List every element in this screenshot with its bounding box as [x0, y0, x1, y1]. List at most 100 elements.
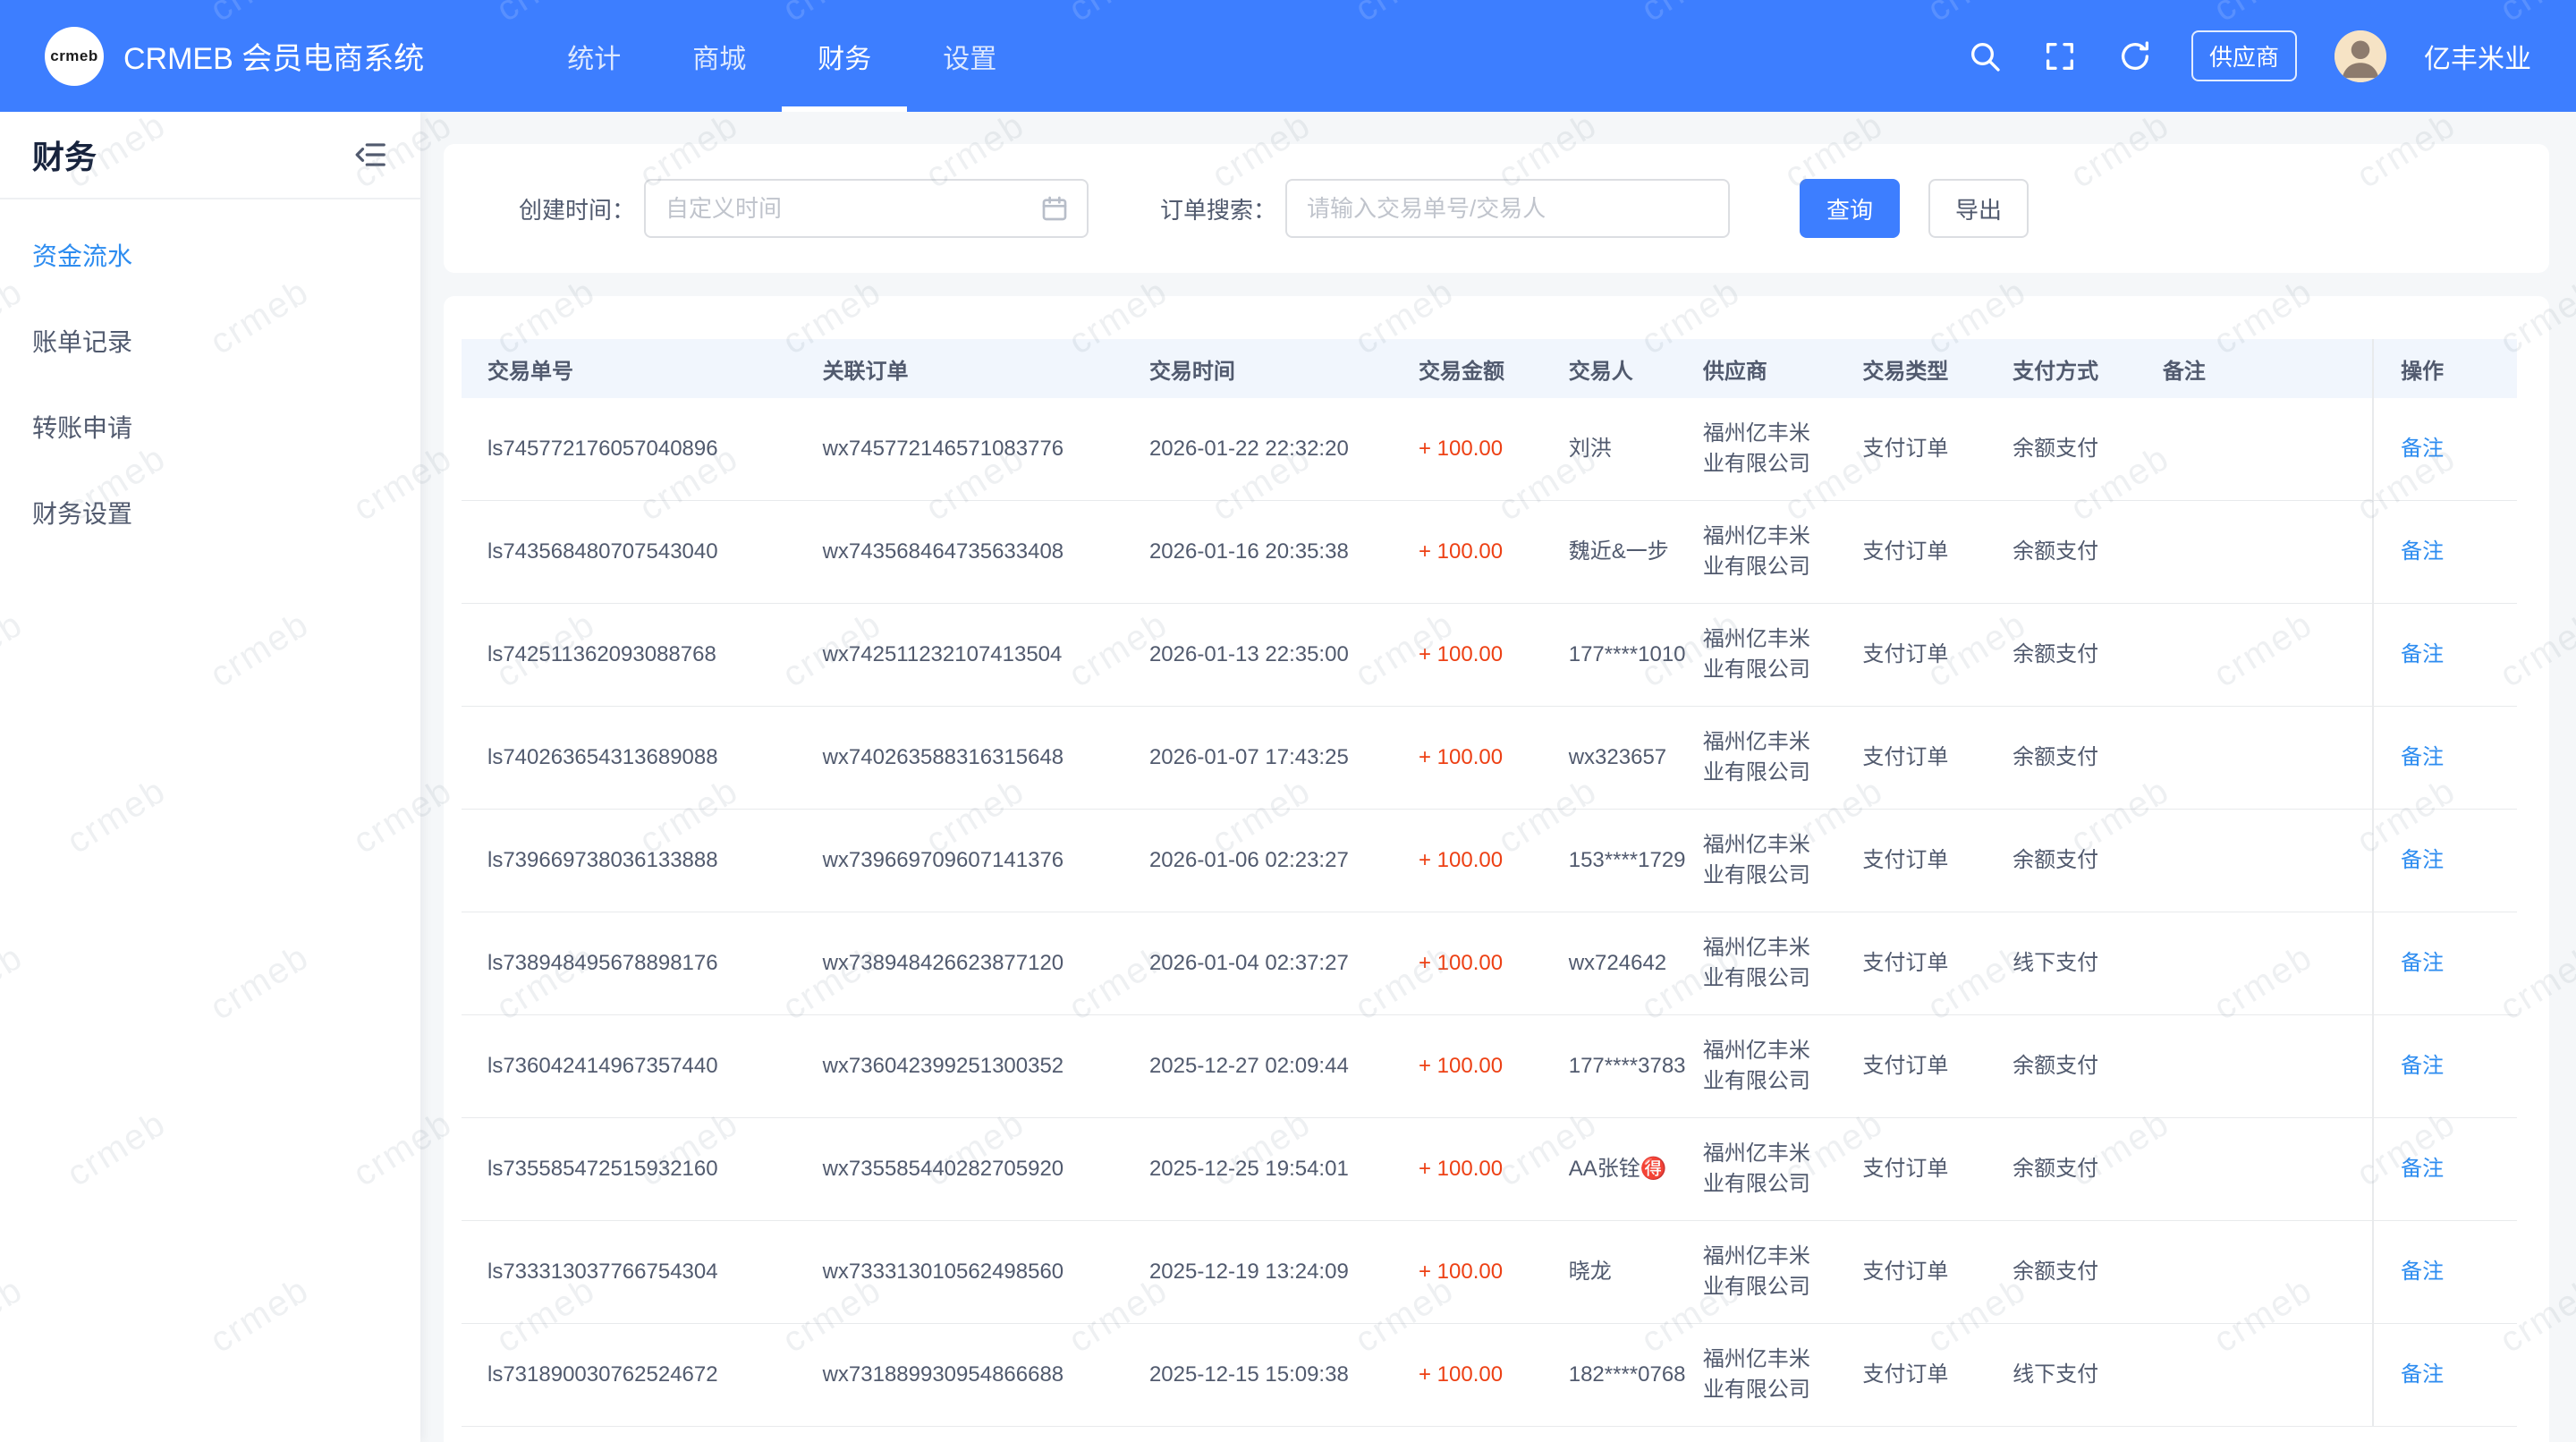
collapse-sidebar-icon[interactable]	[354, 138, 388, 172]
cell-pay_method: 线下支付	[1987, 912, 2137, 1015]
cell-supplier: 福州亿丰米业有限公司	[1689, 707, 1836, 810]
cell-trader: 177****1010	[1543, 604, 1689, 707]
export-button[interactable]: 导出	[1928, 179, 2029, 238]
cell-order_no: ls735585472515932160	[462, 1118, 797, 1221]
create-time-label: 创建时间：	[519, 192, 635, 225]
remark-link[interactable]: 备注	[2401, 848, 2444, 872]
top-nav-item[interactable]: 设置	[907, 0, 1032, 112]
transactions-table: 交易单号关联订单交易时间交易金额交易人供应商交易类型支付方式备注操作 ls745…	[462, 339, 2517, 1427]
fullscreen-icon[interactable]	[2041, 38, 2079, 75]
column-header: 交易人	[1543, 339, 1689, 398]
table-row: ls742511362093088768wx742511232107413504…	[462, 604, 2517, 707]
cell-pay_method: 余额支付	[1987, 1221, 2137, 1324]
filter-card: 创建时间： 订单搜索： 查询 导出	[444, 144, 2549, 273]
cell-type: 支付订单	[1836, 912, 1987, 1015]
column-header: 备注	[2137, 339, 2373, 398]
table-row: ls745772176057040896wx745772146571083776…	[462, 398, 2517, 501]
cell-actions: 备注	[2373, 912, 2517, 1015]
column-header: 支付方式	[1987, 339, 2137, 398]
column-header: 交易时间	[1123, 339, 1393, 398]
table-body: ls745772176057040896wx745772146571083776…	[462, 398, 2517, 1427]
remark-link[interactable]: 备注	[2401, 642, 2444, 666]
cell-linked_order: wx742511232107413504	[797, 604, 1123, 707]
top-nav-item[interactable]: 统计	[531, 0, 657, 112]
cell-time: 2026-01-06 02:23:27	[1123, 810, 1393, 912]
cell-order_no: ls742511362093088768	[462, 604, 797, 707]
transactions-table-card: 交易单号关联订单交易时间交易金额交易人供应商交易类型支付方式备注操作 ls745…	[444, 296, 2549, 1442]
avatar[interactable]	[2334, 30, 2386, 82]
cell-trader: 晓龙	[1543, 1221, 1689, 1324]
sidebar-item[interactable]: 账单记录	[0, 298, 420, 384]
cell-pay_method: 线下支付	[1987, 1324, 2137, 1427]
cell-actions: 备注	[2373, 1221, 2517, 1324]
cell-pay_method: 余额支付	[1987, 1118, 2137, 1221]
cell-remark	[2137, 1015, 2373, 1118]
sidebar-item[interactable]: 资金流水	[0, 212, 420, 298]
sidebar-item[interactable]: 财务设置	[0, 470, 420, 556]
cell-linked_order: wx745772146571083776	[797, 398, 1123, 501]
remark-link[interactable]: 备注	[2401, 1157, 2444, 1181]
top-nav-item[interactable]: 商城	[657, 0, 782, 112]
column-header: 关联订单	[797, 339, 1123, 398]
cell-supplier: 福州亿丰米业有限公司	[1689, 604, 1836, 707]
cell-type: 支付订单	[1836, 1324, 1987, 1427]
remark-link[interactable]: 备注	[2401, 539, 2444, 564]
supplier-role-tag[interactable]: 供应商	[2191, 30, 2297, 81]
column-header: 交易类型	[1836, 339, 1987, 398]
table-row: ls731890030762524672wx731889930954866688…	[462, 1324, 2517, 1427]
cell-actions: 备注	[2373, 810, 2517, 912]
remark-link[interactable]: 备注	[2401, 1362, 2444, 1387]
sidebar-title: 财务	[32, 131, 97, 178]
cell-amount: + 100.00	[1393, 604, 1543, 707]
table-row: ls743568480707543040wx743568464735633408…	[462, 501, 2517, 604]
cell-trader: 魏近&一步	[1543, 501, 1689, 604]
cell-amount: + 100.00	[1393, 1221, 1543, 1324]
order-search-input[interactable]	[1305, 194, 1710, 224]
cell-time: 2026-01-16 20:35:38	[1123, 501, 1393, 604]
search-button[interactable]: 查询	[1800, 179, 1900, 238]
table-header-row: 交易单号关联订单交易时间交易金额交易人供应商交易类型支付方式备注操作	[462, 339, 2517, 398]
app-title: CRMEB 会员电商系统	[123, 34, 424, 78]
cell-time: 2026-01-22 22:32:20	[1123, 398, 1393, 501]
cell-amount: + 100.00	[1393, 707, 1543, 810]
cell-trader: AA张铨🉐	[1543, 1118, 1689, 1221]
cell-actions: 备注	[2373, 1324, 2517, 1427]
cell-linked_order: wx735585440282705920	[797, 1118, 1123, 1221]
remark-link[interactable]: 备注	[2401, 1054, 2444, 1078]
cell-pay_method: 余额支付	[1987, 1015, 2137, 1118]
cell-amount: + 100.00	[1393, 1324, 1543, 1427]
cell-type: 支付订单	[1836, 604, 1987, 707]
remark-link[interactable]: 备注	[2401, 951, 2444, 975]
remark-link[interactable]: 备注	[2401, 745, 2444, 769]
cell-remark	[2137, 912, 2373, 1015]
cell-type: 支付订单	[1836, 1015, 1987, 1118]
navbar-right-cluster: 供应商 亿丰米业	[1966, 30, 2531, 82]
cell-order_no: ls739669738036133888	[462, 810, 797, 912]
top-nav-item[interactable]: 财务	[782, 0, 907, 112]
remark-link[interactable]: 备注	[2401, 437, 2444, 461]
order-search-filter: 订单搜索：	[1160, 179, 1730, 238]
table-row: ls739669738036133888wx739669709607141376…	[462, 810, 2517, 912]
user-name[interactable]: 亿丰米业	[2424, 37, 2531, 76]
cell-supplier: 福州亿丰米业有限公司	[1689, 1221, 1836, 1324]
calendar-icon	[1040, 194, 1069, 223]
column-header: 操作	[2373, 339, 2517, 398]
create-time-input[interactable]	[664, 194, 1040, 224]
search-icon[interactable]	[1966, 38, 2004, 75]
cell-supplier: 福州亿丰米业有限公司	[1689, 810, 1836, 912]
cell-remark	[2137, 1118, 2373, 1221]
cell-time: 2025-12-19 13:24:09	[1123, 1221, 1393, 1324]
refresh-icon[interactable]	[2116, 38, 2154, 75]
cell-actions: 备注	[2373, 604, 2517, 707]
cell-order_no: ls745772176057040896	[462, 398, 797, 501]
cell-actions: 备注	[2373, 707, 2517, 810]
sidebar-item[interactable]: 转账申请	[0, 384, 420, 470]
cell-remark	[2137, 604, 2373, 707]
cell-time: 2026-01-04 02:37:27	[1123, 912, 1393, 1015]
cell-time: 2025-12-27 02:09:44	[1123, 1015, 1393, 1118]
remark-link[interactable]: 备注	[2401, 1260, 2444, 1284]
cell-remark	[2137, 1221, 2373, 1324]
cell-pay_method: 余额支付	[1987, 501, 2137, 604]
cell-type: 支付订单	[1836, 398, 1987, 501]
cell-remark	[2137, 810, 2373, 912]
